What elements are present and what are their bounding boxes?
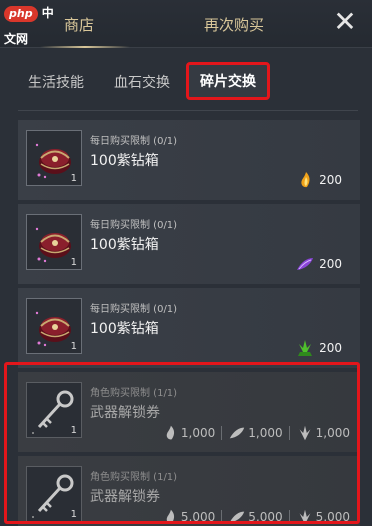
cost-value: 200 — [319, 173, 342, 187]
item-cost: 200 — [295, 254, 342, 274]
item-icon-frame: 1 — [26, 466, 82, 522]
cost-separator — [221, 510, 223, 524]
cost-separator — [288, 426, 290, 440]
purple-feather-icon — [297, 258, 314, 270]
cost-separator — [221, 426, 223, 440]
item-quantity: 1 — [70, 257, 77, 268]
cost-value: 200 — [319, 257, 342, 271]
item-cost: 200 — [295, 338, 342, 358]
item-quantity: 1 — [70, 425, 77, 436]
shop-item-list: 1 每日购买限制 (0/1) 100紫钻箱 200 1 每日购买限制 (0/1)… — [18, 120, 362, 526]
item-icon-frame: 1 — [26, 130, 82, 186]
shop-item[interactable]: 1 每日购买限制 (0/1) 100紫钻箱 200 — [18, 288, 360, 368]
close-icon[interactable]: ✕ — [332, 8, 358, 36]
cost-value: 200 — [319, 341, 342, 355]
item-quantity: 1 — [70, 173, 77, 184]
item-cost: 200 — [295, 170, 342, 190]
divider — [18, 110, 358, 111]
flame-icon — [166, 509, 175, 524]
cost-entry: 1,000 — [228, 424, 283, 442]
tab-fragment-exchange[interactable]: 碎片交换 — [186, 62, 270, 100]
purchase-limit: 角色购买限制 (1/1) — [90, 472, 178, 483]
item-quantity: 1 — [70, 509, 77, 520]
shop-item[interactable]: 1 每日购买限制 (0/1) 100紫钻箱 200 — [18, 204, 360, 284]
leaf-icon — [299, 509, 311, 525]
item-name: 100紫钻箱 — [90, 321, 159, 337]
cost-value: 1,000 — [248, 426, 283, 440]
cost-value: 5,000 — [248, 510, 283, 524]
purchase-limit: 角色购买限制 (1/1) — [90, 388, 178, 399]
item-cost-group: 1,000 1,000 1,000 — [161, 424, 350, 442]
item-icon-frame: 1 — [26, 214, 82, 270]
item-icon-frame: 1 — [26, 298, 82, 354]
tab-shop[interactable]: 商店 — [64, 14, 94, 35]
cost-value: 1,000 — [180, 426, 216, 440]
cost-entry: 5,000 — [296, 508, 350, 526]
sub-tabs: 生活技能 血石交换 碎片交换 — [0, 60, 372, 106]
item-name: 100紫钻箱 — [90, 237, 159, 253]
item-name: 武器解锁券 — [90, 489, 160, 505]
shop-item[interactable]: 1 每日购买限制 (0/1) 100紫钻箱 200 — [18, 120, 360, 200]
item-name: 武器解锁券 — [90, 405, 160, 421]
tab-bloodstone-exchange[interactable]: 血石交换 — [114, 72, 170, 92]
green-leaf-icon — [298, 340, 313, 356]
purchase-limit: 每日购买限制 (0/1) — [90, 304, 178, 315]
flame-icon — [166, 425, 175, 440]
feather-icon — [230, 511, 245, 523]
leaf-icon — [299, 425, 311, 441]
cost-value: 5,000 — [315, 510, 350, 524]
tab-rebuy[interactable]: 再次购买 — [204, 14, 264, 35]
gold-flame-icon — [301, 172, 310, 188]
purchase-limit: 每日购买限制 (0/1) — [90, 220, 178, 231]
feather-icon — [230, 427, 245, 439]
cost-entry: 5,000 — [228, 508, 283, 526]
purchase-limit: 每日购买限制 (0/1) — [90, 136, 178, 147]
cost-entry: 1,000 — [161, 424, 215, 442]
item-cost-group: 5,000 5,000 5,000 — [161, 508, 350, 526]
shop-item-locked[interactable]: 1 角色购买限制 (1/1) 武器解锁券 1,000 1,000 1,000 — [18, 372, 360, 452]
shop-item-locked[interactable]: 1 角色购买限制 (1/1) 武器解锁券 5,000 5,000 5,000 — [18, 456, 360, 526]
cost-entry: 1,000 — [296, 424, 350, 442]
cost-separator — [288, 510, 290, 524]
top-bar: php 中文网 商店 再次购买 ✕ — [0, 0, 372, 48]
item-name: 100紫钻箱 — [90, 153, 159, 169]
cost-value: 5,000 — [180, 510, 216, 524]
cost-value: 1,000 — [315, 426, 350, 440]
tab-life-skills[interactable]: 生活技能 — [28, 72, 84, 92]
item-icon-frame: 1 — [26, 382, 82, 438]
item-quantity: 1 — [70, 341, 77, 352]
watermark-logo: php 中文网 — [4, 6, 54, 46]
active-tab-indicator — [40, 46, 130, 48]
cost-entry: 5,000 — [161, 508, 215, 526]
